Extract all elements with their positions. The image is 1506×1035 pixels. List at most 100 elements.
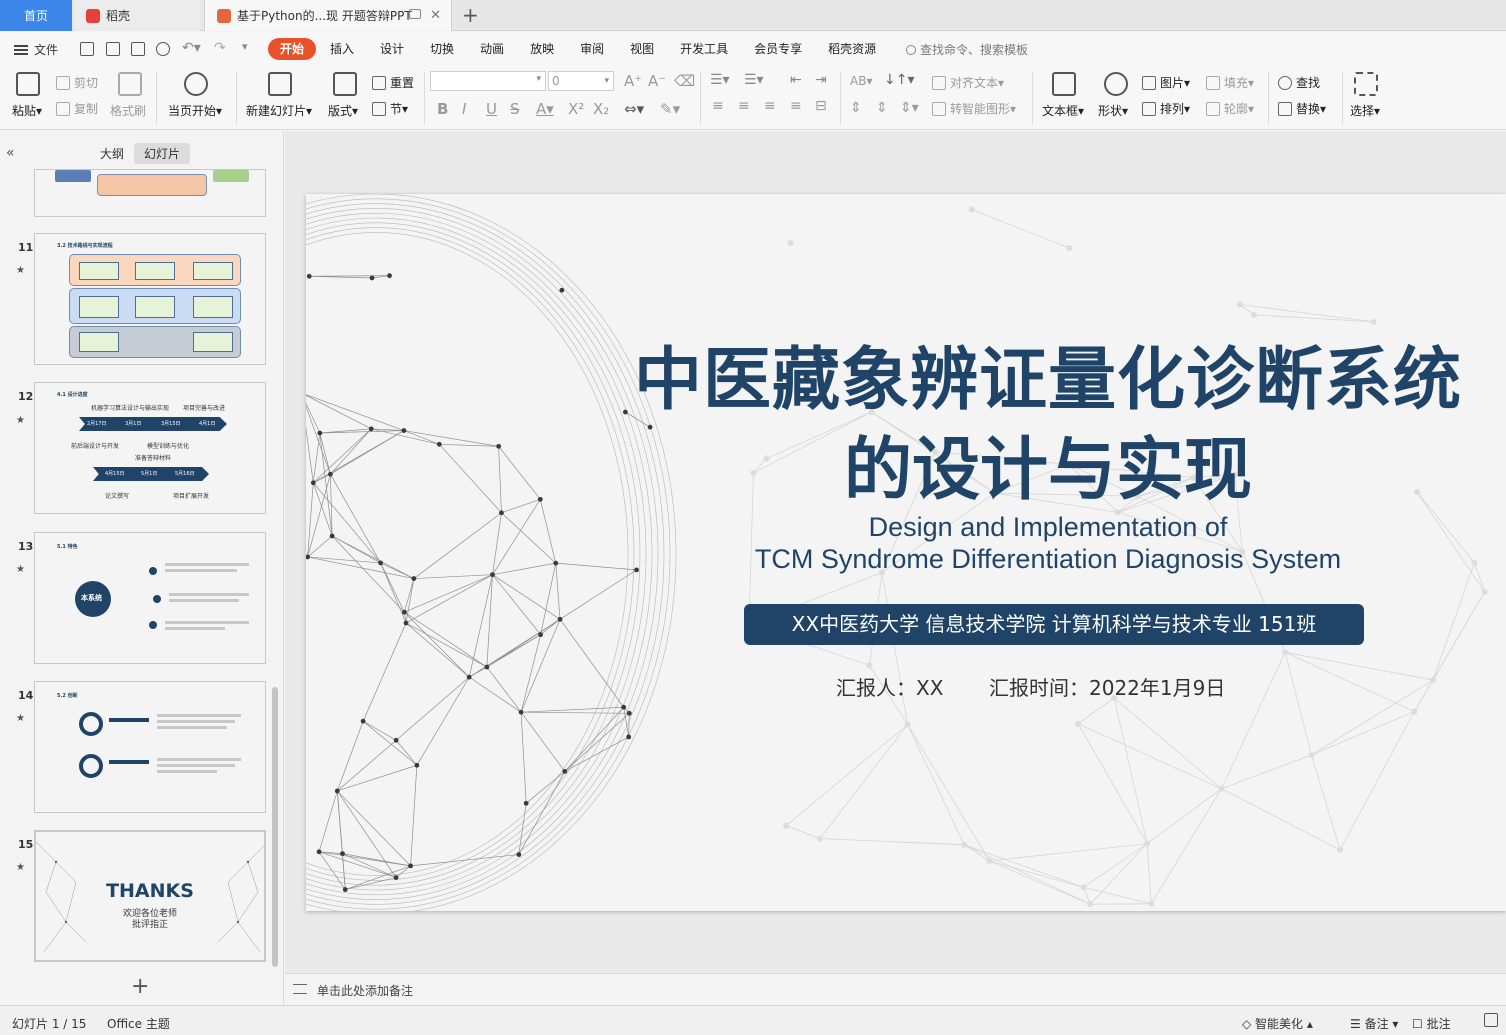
outline-button[interactable]: 轮廓 ▾	[1206, 100, 1254, 117]
slide-thumbnail-11[interactable]: 3.2 技术路线与实现流程	[34, 233, 266, 365]
tab-document[interactable]: 基于Python的...现 开题答辩PPT ✕	[204, 0, 452, 31]
paste-button[interactable]: 粘贴 ▾	[12, 102, 42, 119]
menu-tab-8[interactable]: 开发工具	[668, 38, 740, 60]
file-menu-button[interactable]: 文件	[14, 41, 58, 58]
reporter-text[interactable]: 汇报人：XX	[836, 672, 943, 701]
underline-icon[interactable]: U	[486, 100, 497, 118]
subscript-icon[interactable]: X₂	[593, 100, 609, 118]
shape-icon[interactable]	[1104, 72, 1128, 96]
command-search[interactable]: 查找命令、搜索模板	[906, 41, 1028, 58]
align-left-icon[interactable]: ≡	[712, 98, 724, 114]
slide-thumbnail-12[interactable]: 4.1 设计进度 机器学习算法设计与输出实现 项目完善与改进 2月17日 3月1…	[34, 382, 266, 514]
clear-format-icon[interactable]: ⌫	[674, 72, 695, 90]
report-date-text[interactable]: 汇报时间：2022年1月9日	[989, 672, 1225, 701]
slide-thumbnail-14[interactable]: 5.2 创新	[34, 681, 266, 813]
slide-thumbnail-13[interactable]: 5.1 特色 本系统	[34, 532, 266, 664]
layout-button[interactable]: 版式 ▾	[328, 102, 358, 119]
customize-quick-access-icon[interactable]: ▾	[242, 40, 248, 53]
tab-home[interactable]: 首页	[0, 0, 72, 31]
format-painter-icon[interactable]	[118, 72, 142, 96]
export-icon[interactable]	[106, 42, 120, 56]
new-tab-button[interactable]: +	[462, 3, 479, 27]
smart-art-button[interactable]: 转智能图形 ▾	[932, 100, 1016, 117]
institution-banner[interactable]: XX中医药大学 信息技术学院 计算机科学与技术专业 151班	[744, 604, 1364, 645]
copy-button[interactable]: 复制	[56, 100, 98, 117]
reset-button[interactable]: 重置	[372, 74, 414, 91]
decrease-indent-icon[interactable]: ⇤	[790, 72, 802, 88]
tab-outline[interactable]: 大纲	[90, 143, 134, 164]
save-icon[interactable]	[80, 42, 94, 56]
menu-tab-5[interactable]: 放映	[518, 38, 566, 60]
align-right-icon[interactable]: ≡	[764, 98, 776, 114]
play-icon[interactable]	[184, 72, 208, 96]
shrink-font-icon[interactable]: A⁻	[648, 72, 666, 90]
select-button[interactable]: 选择 ▾	[1350, 102, 1380, 119]
slide-subtitle-line1[interactable]: Design and Implementation of	[598, 512, 1498, 543]
font-color-icon[interactable]: A▾	[536, 100, 554, 118]
collapse-panel-icon[interactable]: «	[6, 145, 15, 161]
spacing-options-icon[interactable]: ⇕▾	[900, 100, 919, 116]
menu-tab-3[interactable]: 切换	[418, 38, 466, 60]
current-slide[interactable]: 中医藏象辨证量化诊断系统 的设计与实现 Design and Implement…	[306, 194, 1506, 911]
select-icon[interactable]	[1354, 72, 1378, 96]
slide-thumbnail-10[interactable]	[34, 169, 266, 217]
normal-view-icon[interactable]	[1484, 1013, 1498, 1027]
menu-tab-4[interactable]: 动画	[468, 38, 516, 60]
textbox-button[interactable]: 文本框 ▾	[1042, 102, 1084, 119]
paste-icon[interactable]	[16, 72, 40, 96]
menu-tab-7[interactable]: 视图	[618, 38, 666, 60]
strikethrough-icon[interactable]: S	[510, 100, 520, 118]
sort-icon[interactable]: ↓↑▾	[884, 72, 915, 88]
close-tab-icon[interactable]: ✕	[430, 8, 441, 23]
distribute-icon[interactable]: ⊟	[815, 98, 827, 114]
paragraph-spacing-icon[interactable]: ⇕	[876, 100, 888, 116]
textbox-icon[interactable]	[1052, 72, 1076, 96]
align-text-button[interactable]: 对齐文本 ▾	[932, 74, 1004, 91]
italic-icon[interactable]: I	[462, 100, 466, 118]
slide-title-line1[interactable]: 中医藏象辨证量化诊断系统	[598, 324, 1498, 423]
menu-tab-6[interactable]: 审阅	[568, 38, 616, 60]
window-monitor-icon[interactable]	[409, 9, 421, 19]
increase-indent-icon[interactable]: ⇥	[815, 72, 827, 88]
new-slide-button[interactable]: 新建幻灯片 ▾	[246, 102, 312, 119]
picture-button[interactable]: 图片 ▾	[1142, 74, 1190, 91]
superscript-icon[interactable]: X²	[568, 100, 584, 118]
notes-pane[interactable]: 单击此处添加备注	[285, 973, 1506, 1005]
from-current-button[interactable]: 当页开始 ▾	[168, 102, 222, 119]
tab-slides[interactable]: 幻灯片	[134, 143, 191, 164]
shape-button[interactable]: 形状 ▾	[1098, 102, 1128, 119]
justify-icon[interactable]: ≡	[790, 98, 802, 114]
layout-icon[interactable]	[333, 72, 357, 96]
slide-title-line2[interactable]: 的设计与实现	[598, 414, 1498, 513]
font-size-select[interactable]: 0 ▾	[548, 71, 614, 91]
replace-button[interactable]: 替换 ▾	[1278, 100, 1326, 117]
comment-button[interactable]: ☐ 批注	[1412, 1015, 1451, 1032]
slide-subtitle-line2[interactable]: TCM Syndrome Differentiation Diagnosis S…	[598, 544, 1498, 575]
menu-tab-2[interactable]: 设计	[368, 38, 416, 60]
notes-toggle-button[interactable]: ☰ 备注 ▾	[1350, 1015, 1398, 1032]
add-slide-button[interactable]: +	[131, 974, 149, 999]
menu-tab-0[interactable]: 开始	[268, 38, 317, 60]
section-button[interactable]: 节 ▾	[372, 100, 408, 117]
redo-icon[interactable]: ↷	[214, 40, 226, 56]
text-direction-icon[interactable]: AB▾	[850, 74, 872, 88]
undo-icon[interactable]: ↶▾	[182, 40, 201, 56]
format-painter-button[interactable]: 格式刷	[110, 102, 146, 119]
grow-font-icon[interactable]: A⁺	[624, 72, 642, 90]
arrange-button[interactable]: 排列 ▾	[1142, 100, 1190, 117]
font-family-select[interactable]: ▾	[430, 71, 546, 91]
cut-button[interactable]: 剪切	[56, 74, 98, 91]
numbering-icon[interactable]: ☰▾	[744, 72, 764, 88]
panel-scrollbar[interactable]	[272, 687, 278, 967]
print-icon[interactable]	[131, 42, 145, 56]
find-button[interactable]: 查找	[1278, 74, 1320, 91]
slide-thumbnail-15[interactable]: THANKS 欢迎各位老师 批评指正	[34, 830, 266, 962]
line-spacing-icon[interactable]: ⇕	[850, 100, 862, 116]
fill-button[interactable]: 填充 ▾	[1206, 74, 1254, 91]
theme-name[interactable]: Office 主题	[107, 1015, 170, 1032]
bullets-icon[interactable]: ☰▾	[710, 72, 730, 88]
bold-icon[interactable]: B	[437, 100, 448, 118]
new-slide-icon[interactable]	[268, 72, 292, 96]
menu-tab-10[interactable]: 稻壳资源	[816, 38, 888, 60]
tab-draft[interactable]: 稻壳	[74, 0, 200, 31]
